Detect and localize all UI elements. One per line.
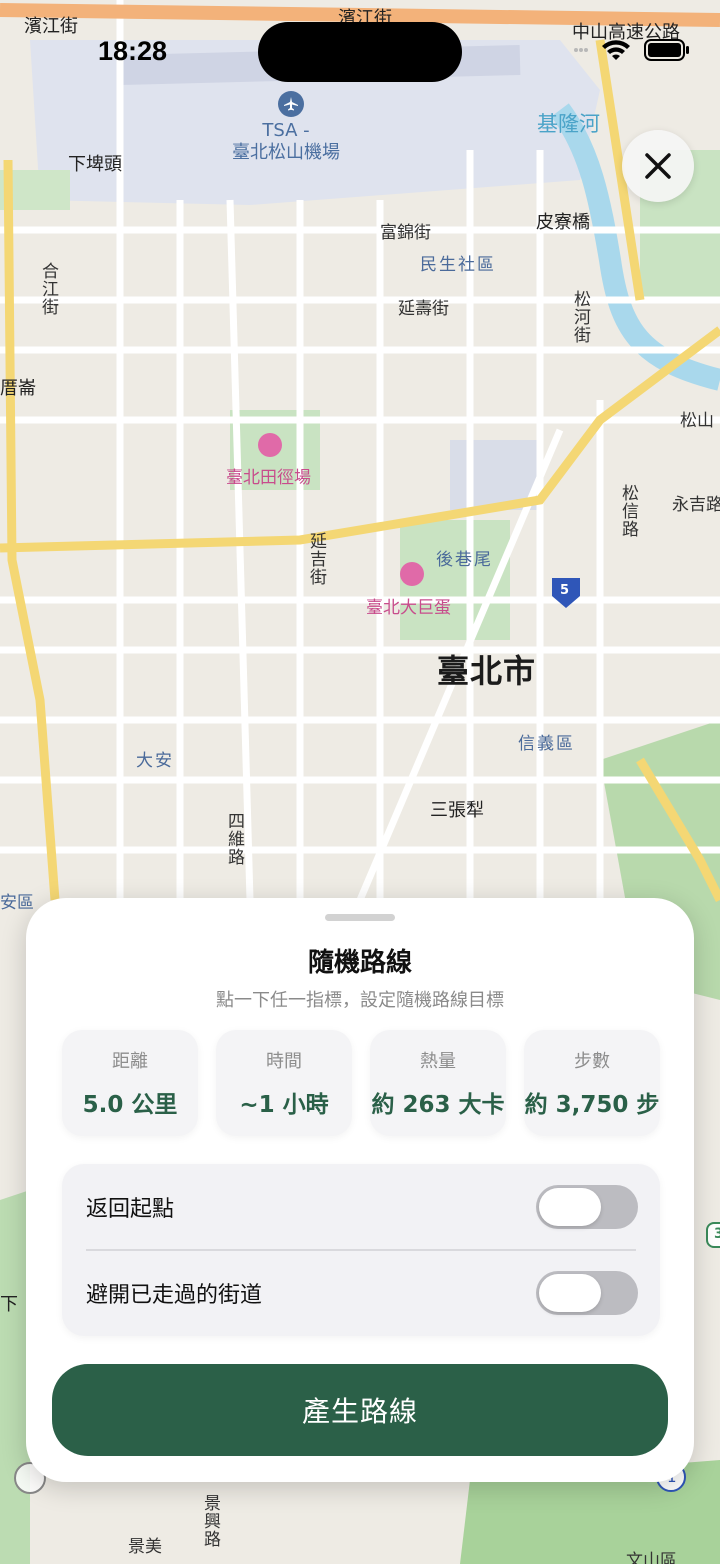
metric-distance[interactable]: 距離 5.0 公里 [62, 1030, 198, 1136]
close-button[interactable] [622, 130, 694, 202]
avoid-walked-streets-toggle[interactable] [536, 1271, 638, 1315]
map-label-xinyi: 信義區 [518, 734, 575, 754]
sheet-title: 隨機路線 [307, 948, 412, 978]
metric-label: 時間 [266, 1051, 302, 1072]
metric-label: 距離 [112, 1051, 148, 1072]
map-label-binjiang: 濱江街 [24, 16, 78, 37]
map-label-airport: TSA - 臺北松山機場 [232, 120, 340, 163]
map-label-xiapitou: 下埤頭 [68, 154, 122, 175]
map-label-an-district: 安區 [0, 893, 34, 913]
map-label-xia: 下 [0, 1294, 18, 1315]
map-label-cuolun: 厝崙 [0, 378, 36, 399]
random-route-sheet: 隨機路線 點一下任一指標，設定隨機路線目標 距離 5.0 公里 時間 ~1 小時… [26, 898, 694, 1482]
map-label-jingxing: 景興路 [200, 1494, 220, 1548]
map-label-taipei-city: 臺北市 [437, 652, 537, 690]
battery-icon [644, 39, 689, 61]
map-label-siwei: 四維路 [224, 812, 244, 866]
map-label-piliaoqiao: 皮寮橋 [536, 212, 590, 233]
wifi-icon [602, 40, 630, 60]
map-label-songshan: 松山 [680, 411, 714, 431]
map-label-river: 基隆河 [537, 112, 600, 136]
map-label-yanshou: 延壽街 [398, 299, 449, 319]
map-label-songxin: 松信路 [618, 484, 638, 538]
metric-value: 約 3,750 步 [524, 1092, 660, 1118]
sheet-subtitle: 點一下任一指標，設定隨機路線目標 [216, 990, 504, 1011]
sheet-grabber[interactable] [325, 914, 395, 921]
map-label-yanji: 延吉街 [306, 532, 326, 586]
toggle-knob [539, 1274, 601, 1312]
metric-value: 5.0 公里 [82, 1092, 178, 1118]
generate-route-button[interactable]: 產生路線 [52, 1364, 668, 1456]
metrics-row: 距離 5.0 公里 時間 ~1 小時 熱量 約 263 大卡 步數 約 3,75… [62, 1030, 660, 1136]
signal-dots-icon [574, 48, 588, 52]
dynamic-island [258, 22, 462, 82]
option-label: 返回起點 [86, 1197, 175, 1222]
route-options: 返回起點 避開已走過的街道 [62, 1164, 660, 1336]
close-icon [645, 153, 671, 179]
map-label-jingmei: 景美 [128, 1537, 162, 1557]
status-time: 18:28 [98, 36, 168, 66]
map-label-hejiang: 合江街 [38, 262, 58, 316]
map-label-minsheng: 民生社區 [420, 255, 496, 275]
map-label-taipei-arena: 臺北田徑場 [226, 468, 311, 488]
map-label-sanzhangli: 三張犁 [430, 800, 484, 821]
metric-time[interactable]: 時間 ~1 小時 [216, 1030, 352, 1136]
airport-icon [284, 97, 298, 111]
metric-value: 約 263 大卡 [371, 1092, 505, 1118]
map-label-yongji: 永吉路 [672, 495, 720, 515]
option-label: 避開已走過的街道 [86, 1283, 263, 1308]
option-avoid-walked-streets: 避開已走過的街道 [62, 1250, 660, 1336]
map-label-wenshan: 文山區 [626, 1551, 677, 1564]
metric-calories[interactable]: 熱量 約 263 大卡 [370, 1030, 506, 1136]
map-poi-badge[interactable]: 3 [706, 1222, 720, 1248]
metric-value: ~1 小時 [239, 1092, 329, 1118]
toggle-knob [539, 1188, 601, 1226]
option-return-to-start: 返回起點 [62, 1164, 660, 1250]
map-label-houxiangwei: 後巷尾 [436, 550, 493, 570]
map-label-taipei-dome: 臺北大巨蛋 [366, 598, 451, 618]
map-label-fujin: 富錦街 [380, 223, 431, 243]
highway-shield-label: 5 [560, 583, 570, 598]
map-label-daan: 大安 [136, 751, 174, 771]
status-icons [574, 38, 690, 62]
map-label-songhe: 松河街 [570, 290, 590, 344]
metric-label: 步數 [574, 1051, 610, 1072]
return-to-start-toggle[interactable] [536, 1185, 638, 1229]
generate-route-label: 產生路線 [301, 1395, 418, 1428]
metric-label: 熱量 [420, 1051, 456, 1072]
metric-steps[interactable]: 步數 約 3,750 步 [524, 1030, 660, 1136]
